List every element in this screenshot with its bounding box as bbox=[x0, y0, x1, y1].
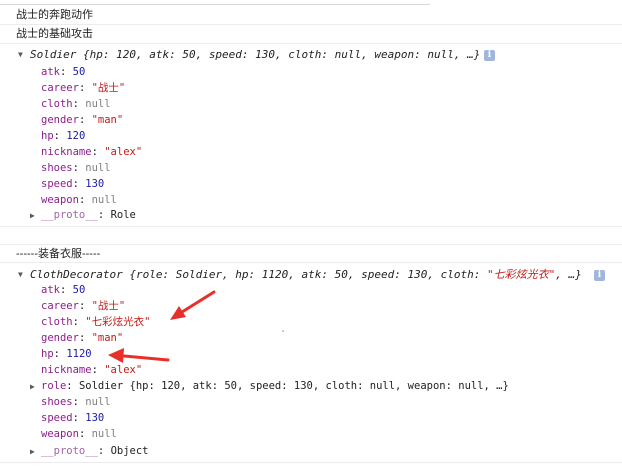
console-log-row: 战士的基础攻击 bbox=[0, 25, 622, 44]
annotation-arrow-cloth bbox=[170, 290, 216, 320]
decorator-object-header[interactable]: ▼ ClothDecorator {role: Soldier, hp: 112… bbox=[0, 266, 622, 284]
prop-key: cloth bbox=[41, 316, 73, 328]
soldier-object-header[interactable]: ▼ Soldier {hp: 120, atk: 50, speed: 130,… bbox=[0, 46, 622, 64]
property-row[interactable]: cloth: null bbox=[41, 96, 111, 112]
prop-value: "alex" bbox=[104, 146, 143, 158]
property-row[interactable]: nickname: "alex" bbox=[41, 362, 142, 378]
property-row[interactable]: weapon: null bbox=[41, 192, 117, 208]
info-icon[interactable]: i bbox=[594, 270, 605, 281]
prop-key: __proto__ bbox=[41, 209, 98, 221]
prop-key: role bbox=[41, 380, 67, 392]
prop-value: 130 bbox=[85, 178, 105, 190]
prop-value: null bbox=[85, 98, 111, 110]
summary-tail: , …} bbox=[555, 268, 582, 281]
prop-key: speed bbox=[41, 412, 73, 424]
prop-key: nickname bbox=[41, 146, 92, 158]
prop-value: "战士" bbox=[91, 82, 126, 94]
triangle-down-icon[interactable]: ▼ bbox=[18, 266, 28, 284]
property-row[interactable]: atk: 50 bbox=[41, 64, 85, 80]
prop-value: 1120 bbox=[66, 348, 92, 360]
prop-key: gender bbox=[41, 332, 79, 344]
prop-key: cloth bbox=[41, 98, 73, 110]
prop-key: weapon bbox=[41, 428, 79, 440]
prop-value: "man" bbox=[91, 114, 124, 126]
prop-value: Role bbox=[110, 209, 136, 221]
object-summary[interactable]: ClothDecorator {role: Soldier, hp: 1120,… bbox=[30, 266, 582, 284]
class-name: Soldier bbox=[30, 48, 77, 61]
property-row[interactable]: cloth: "七彩炫光衣" bbox=[41, 314, 150, 330]
divider bbox=[0, 462, 622, 463]
property-row[interactable]: weapon: null bbox=[41, 426, 117, 442]
prop-value: null bbox=[85, 162, 111, 174]
prop-key: career bbox=[41, 300, 79, 312]
property-row[interactable]: shoes: null bbox=[41, 160, 111, 176]
prop-value: Soldier {hp: 120, atk: 50, speed: 130, c… bbox=[78, 380, 509, 392]
prop-value: 120 bbox=[66, 130, 86, 142]
log-text: 战士的奔跑动作 bbox=[16, 9, 93, 21]
property-row[interactable]: gender: "man" bbox=[41, 330, 123, 346]
prop-value: null bbox=[85, 396, 111, 408]
prop-key: hp bbox=[41, 130, 54, 142]
prop-value: 50 bbox=[72, 284, 86, 296]
property-row[interactable]: hp: 120 bbox=[41, 128, 85, 144]
stray-dot bbox=[282, 330, 284, 332]
console-log-row: ------装备衣服----- bbox=[0, 244, 622, 263]
prop-key: weapon bbox=[41, 194, 79, 206]
prop-key: nickname bbox=[41, 364, 92, 376]
previous-log-separator bbox=[0, 0, 430, 5]
triangle-right-icon[interactable]: ▶ bbox=[30, 379, 41, 395]
info-icon[interactable]: i bbox=[484, 50, 495, 61]
property-row[interactable]: gender: "man" bbox=[41, 112, 123, 128]
triangle-right-icon[interactable]: ▶ bbox=[30, 208, 41, 224]
prop-key: atk bbox=[41, 284, 60, 296]
prop-key: __proto__ bbox=[41, 445, 98, 457]
prop-key: hp bbox=[41, 348, 54, 360]
prop-value: null bbox=[91, 194, 117, 206]
summary-body: {hp: 120, atk: 50, speed: 130, cloth: nu… bbox=[82, 48, 481, 61]
property-row[interactable]: atk: 50 bbox=[41, 282, 85, 298]
proto-row[interactable]: ▶ __proto__: Role bbox=[30, 207, 136, 223]
property-row[interactable]: career: "战士" bbox=[41, 298, 125, 314]
prop-value: null bbox=[91, 428, 117, 440]
role-row[interactable]: ▶ role: Soldier {hp: 120, atk: 50, speed:… bbox=[30, 378, 509, 394]
prop-value: Object bbox=[110, 445, 149, 457]
divider bbox=[0, 226, 622, 227]
object-summary[interactable]: Soldier {hp: 120, atk: 50, speed: 130, c… bbox=[30, 46, 480, 64]
class-name: ClothDecorator bbox=[30, 268, 123, 281]
property-row[interactable]: hp: 1120 bbox=[41, 346, 92, 362]
prop-value: "战士" bbox=[91, 300, 126, 312]
prop-key: shoes bbox=[41, 162, 73, 174]
console-log-row: 战士的奔跑动作 bbox=[0, 6, 622, 25]
prop-key: shoes bbox=[41, 396, 73, 408]
summary-cloth-value: "七彩炫光衣" bbox=[486, 268, 556, 281]
log-text: 战士的基础攻击 bbox=[16, 28, 93, 40]
prop-value: 50 bbox=[72, 66, 86, 78]
prop-value: "man" bbox=[91, 332, 124, 344]
summary-body: {role: Soldier, hp: 1120, atk: 50, speed… bbox=[129, 268, 487, 281]
prop-key: gender bbox=[41, 114, 79, 126]
property-row[interactable]: nickname: "alex" bbox=[41, 144, 142, 160]
prop-key: atk bbox=[41, 66, 60, 78]
property-row[interactable]: career: "战士" bbox=[41, 80, 125, 96]
log-text: ------装备衣服----- bbox=[16, 248, 101, 260]
property-row[interactable]: speed: 130 bbox=[41, 176, 104, 192]
proto-row[interactable]: ▶ __proto__: Object bbox=[30, 443, 149, 459]
triangle-right-icon[interactable]: ▶ bbox=[30, 444, 41, 460]
prop-value: "七彩炫光衣" bbox=[85, 316, 151, 328]
triangle-down-icon[interactable]: ▼ bbox=[18, 46, 28, 64]
prop-key: career bbox=[41, 82, 79, 94]
annotation-arrow-hp bbox=[108, 348, 170, 363]
property-row[interactable]: shoes: null bbox=[41, 394, 111, 410]
prop-key: speed bbox=[41, 178, 73, 190]
property-row[interactable]: speed: 130 bbox=[41, 410, 104, 426]
prop-value: "alex" bbox=[104, 364, 143, 376]
prop-value: 130 bbox=[85, 412, 105, 424]
